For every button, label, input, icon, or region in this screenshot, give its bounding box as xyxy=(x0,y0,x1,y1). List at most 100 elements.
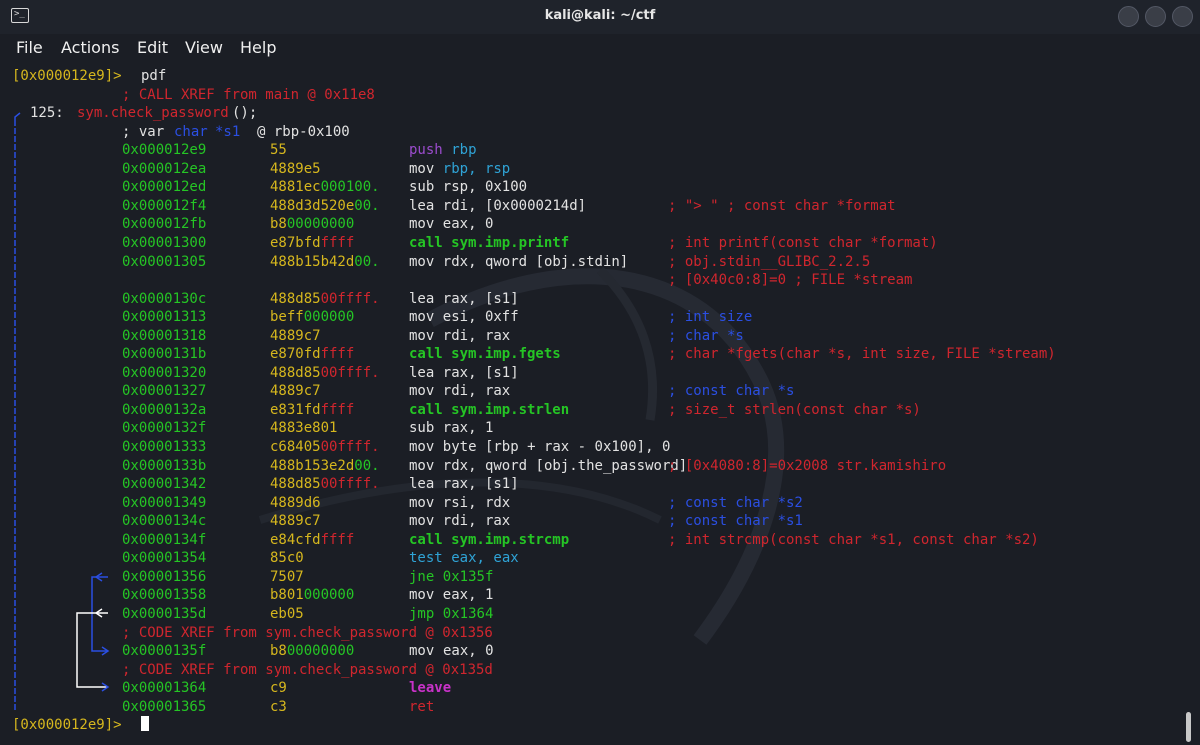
instruction-mnemonic: mov xyxy=(409,253,435,270)
instruction-comment: ; "> " ; const char *format xyxy=(668,197,896,214)
instruction-address: 0x00001354 xyxy=(122,550,207,567)
instruction-bytes: 7507 xyxy=(270,568,304,586)
bytes-main: 4889d6 xyxy=(270,494,321,511)
instruction-operands: rax, 1 xyxy=(442,420,494,437)
instruction-address: 0x0000132a xyxy=(122,401,207,418)
instruction-operands: rbp, rsp xyxy=(442,160,511,177)
instruction-bytes: 4883e801 xyxy=(270,419,337,437)
instruction-comment: ; [0x4080:8]=0x2008 str.kamishiro xyxy=(668,457,947,474)
instruction-operands: rax, [s1] xyxy=(442,476,519,493)
menu-help[interactable]: Help xyxy=(240,38,276,57)
var-keyword: ; var xyxy=(122,123,165,140)
instruction-operands: rax, [s1] xyxy=(442,290,519,307)
instruction-mnemonic: test xyxy=(409,550,443,567)
disasm-line: 0x0000135f b800000000 mov eax, 0 xyxy=(0,642,1180,660)
bytes-highlight: 00. xyxy=(354,457,380,474)
instruction-mnemonic: mov xyxy=(409,643,435,660)
bytes-main: 85c0 xyxy=(270,550,304,567)
bytes-highlight: ffff xyxy=(320,531,355,548)
minimize-button[interactable] xyxy=(1118,6,1139,27)
instruction-operands: rsp, 0x100 xyxy=(442,179,528,196)
instruction-operands: esi, 0xff xyxy=(442,309,519,326)
instruction-bytes: b800000000 xyxy=(270,215,354,233)
bytes-main: 4889c7 xyxy=(270,327,321,344)
prompt-text: [0x000012e9]> xyxy=(12,717,122,734)
instruction-bytes: 488d8500ffff. xyxy=(270,475,380,493)
disasm-line: 0x00001364 c9 leave xyxy=(0,679,1180,697)
close-button[interactable] xyxy=(1172,6,1193,27)
instruction-mnemonic: mov xyxy=(409,494,435,511)
instruction-comment: ; size_t strlen(const char *s) xyxy=(668,401,921,418)
instruction-comment: ; [0x40c0:8]=0 ; FILE *stream xyxy=(668,272,913,289)
instruction-mnemonic: call sym.imp.strlen xyxy=(409,401,570,418)
instruction-comment: ; int printf(const char *format) xyxy=(668,234,938,251)
instruction-bytes: e87bfdffff xyxy=(270,234,354,252)
instruction-bytes: 488d8500ffff. xyxy=(270,364,380,382)
bytes-main: 4889c7 xyxy=(270,513,321,530)
instruction-address: 0x0000131b xyxy=(122,346,207,363)
instruction-address: 0x00001320 xyxy=(122,364,207,381)
instruction-mnemonic: leave xyxy=(409,680,452,697)
instruction-bytes: 4881ec000100. xyxy=(270,178,380,196)
prompt-line: [0x000012e9]> xyxy=(0,716,1180,734)
instruction-mnemonic: sub xyxy=(409,179,435,196)
bytes-highlight: 00000000 xyxy=(286,216,355,233)
instruction-mnemonic: sub xyxy=(409,420,435,437)
xref-comment-line: ; CALL XREF from main @ 0x11e8 xyxy=(0,86,1180,104)
bytes-highlight: 00. xyxy=(354,253,380,270)
instruction-bytes: 488d3d520e00. xyxy=(270,197,380,215)
bytes-main: 4889c7 xyxy=(270,383,321,400)
disasm-line: 0x00001358 b801000000 mov eax, 1 xyxy=(0,586,1180,604)
instruction-mnemonic: lea xyxy=(409,476,435,493)
instruction-bytes: c3 xyxy=(270,698,287,715)
xref-comment-line: ; CODE XREF from sym.check_password @ 0x… xyxy=(0,661,1180,679)
instruction-address: 0x0000133b xyxy=(122,457,207,474)
bytes-main: b801 xyxy=(270,587,304,604)
disasm-line: 0x0000133b 488b153e2d00. mov rdx, qword [ob… xyxy=(0,457,1180,475)
instruction-operands: rdi, rax xyxy=(442,327,511,344)
instruction-bytes: b800000000 xyxy=(270,642,354,660)
var-location: @ rbp-0x100 xyxy=(257,123,350,140)
instruction-comment: ; const char *s1 xyxy=(668,513,803,530)
bytes-main: eb05 xyxy=(270,605,304,622)
menu-view[interactable]: View xyxy=(185,38,223,57)
disasm-line: 0x00001356 7507 jne 0x135f xyxy=(0,568,1180,586)
bytes-highlight: ffff xyxy=(320,234,355,251)
disasm-line: 0x000012ea 4889e5 mov rbp, rsp xyxy=(0,160,1180,178)
instruction-comment: ; int size xyxy=(668,309,753,326)
disasm-line: 0x00001365 c3 ret xyxy=(0,698,1180,716)
instruction-address: 0x000012fb xyxy=(122,216,207,233)
instruction-operands: rsi, rdx xyxy=(442,494,511,511)
disasm-line: 0x0000134c 4889c7 mov rdi, rax ; const char … xyxy=(0,512,1180,530)
instruction-operands: eax, 1 xyxy=(442,587,494,604)
instruction-address: 0x00001342 xyxy=(122,476,207,493)
bytes-main: 488d85 xyxy=(270,476,321,493)
instruction-address: 0x000012f4 xyxy=(122,197,207,214)
instruction-bytes: e870fdffff xyxy=(270,345,354,363)
menu-edit[interactable]: Edit xyxy=(137,38,168,57)
instruction-bytes: 85c0 xyxy=(270,549,304,567)
disasm-line: 0x0000134f e84cfdffff call sym.imp.strcmp;… xyxy=(0,531,1180,549)
instruction-mnemonic: ret xyxy=(409,698,435,715)
instruction-comment: ; char *fgets(char *s, int size, FILE *s… xyxy=(668,346,1056,363)
terminal-scrollbar[interactable] xyxy=(1186,712,1191,742)
instruction-comment: ; const char *s xyxy=(668,383,795,400)
bytes-highlight: 00ffff. xyxy=(320,290,380,307)
instruction-comment: ; char *s xyxy=(668,327,744,344)
instruction-mnemonic: call sym.imp.printf xyxy=(409,234,570,251)
bytes-highlight: 000000 xyxy=(303,587,355,604)
terminal-output[interactable]: [0x000012e9]> pdf ; CALL XREF from main @ … xyxy=(0,64,1182,745)
instruction-address: 0x00001318 xyxy=(122,327,207,344)
maximize-button[interactable] xyxy=(1145,6,1166,27)
bytes-main: 4881ec xyxy=(270,179,321,196)
instruction-bytes: 4889e5 xyxy=(270,160,321,178)
disasm-line: 0x000012ed 4881ec000100. sub rsp, 0x100 xyxy=(0,178,1180,196)
bytes-main: e84cfd xyxy=(270,531,321,548)
bytes-main: 488b153e2d xyxy=(270,457,355,474)
terminal-cursor[interactable] xyxy=(141,716,149,734)
menu-file[interactable]: File xyxy=(16,38,43,57)
instruction-bytes: e84cfdffff xyxy=(270,531,354,549)
instruction-bytes: 4889d6 xyxy=(270,494,321,512)
menu-actions[interactable]: Actions xyxy=(61,38,119,57)
bytes-main: 488d85 xyxy=(270,364,321,381)
